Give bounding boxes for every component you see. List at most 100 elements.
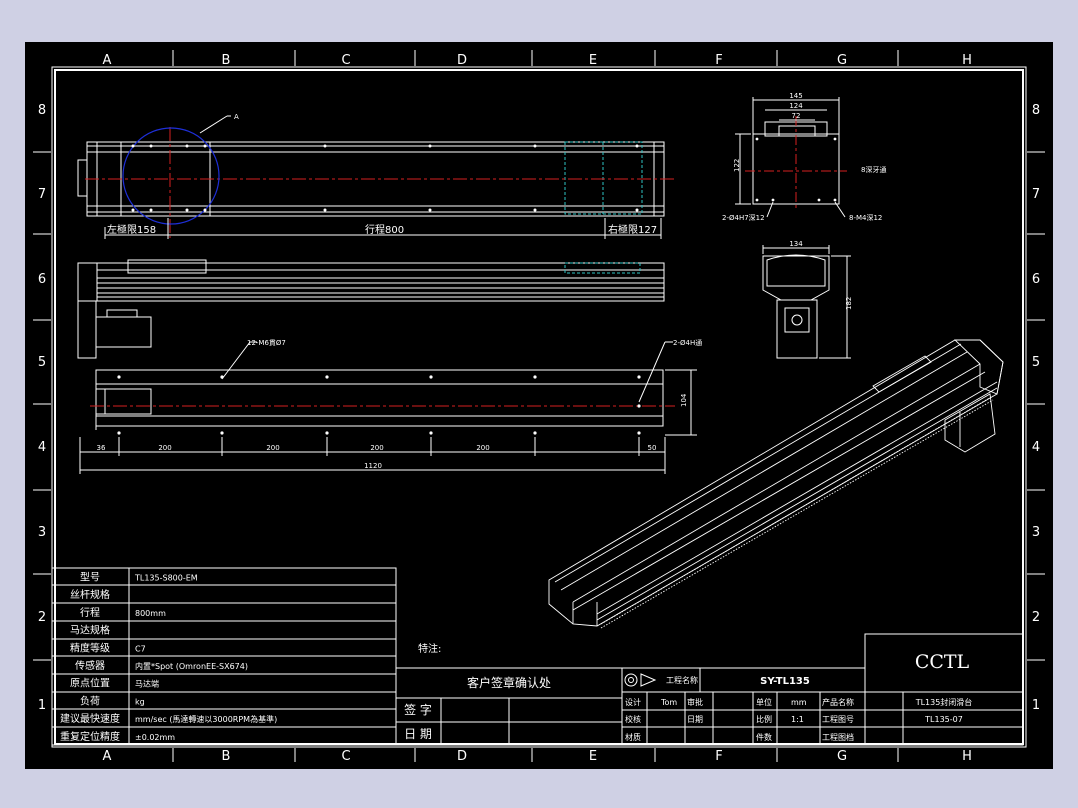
- scale-label: 比例: [756, 714, 772, 724]
- side-view: [77, 259, 665, 359]
- spec-value-7: kg: [135, 697, 145, 706]
- zone-col-d-top: D: [457, 53, 467, 68]
- end-width-145: 145: [789, 92, 802, 100]
- zone-col-b-top: B: [222, 53, 231, 68]
- dowel-hole-note: 2-Ø4H7深12: [722, 213, 765, 222]
- spec-value-5: 内置*Spot (OmronEE-SX674): [135, 661, 248, 671]
- zone-col-c-bottom: C: [341, 749, 350, 764]
- zone-col-b-bottom: B: [222, 749, 231, 764]
- spec-label-0: 型号: [80, 571, 100, 584]
- dim-segment-5: 200: [476, 444, 489, 452]
- zone-col-g-bottom: G: [837, 749, 847, 764]
- zone-col-e-bottom: E: [589, 749, 597, 764]
- zone-col-f-top: F: [715, 53, 722, 68]
- drawing-no-label: 工程图号: [822, 715, 854, 724]
- zone-row-2-left: 2: [38, 610, 46, 625]
- zone-col-a-top: A: [103, 53, 112, 68]
- spec-label-3: 马达规格: [70, 624, 110, 637]
- spec-label-8: 建议最快速度: [60, 712, 120, 725]
- bottom-height-dim: 104: [680, 393, 688, 407]
- zone-col-g-top: G: [837, 53, 847, 68]
- dim-segment-2: 200: [158, 444, 171, 452]
- top-view: A 左極限158 行程800 右極限127: [77, 113, 677, 239]
- zone-row-7-left: 7: [38, 187, 46, 202]
- left-limit-label: 左極限158: [107, 223, 156, 236]
- thread-note: 8深牙通: [861, 165, 886, 174]
- date-label: 日期: [687, 715, 703, 724]
- spec-label-4: 精度等级: [70, 641, 110, 654]
- company-name: CCTL: [915, 651, 970, 673]
- zone-col-f-bottom: F: [715, 749, 722, 764]
- spec-value-6: 马达端: [135, 679, 159, 689]
- dim-segment-6: 50: [648, 444, 657, 452]
- spec-value-8: mm/sec (馬達轉速以3000RPM為基準): [135, 714, 277, 724]
- drawing-file-label: 工程图档: [822, 732, 854, 742]
- customer-title: 客户签章确认处: [467, 675, 551, 690]
- dim-segment-1: 36: [97, 444, 106, 452]
- mounting-holes-note: 12-M6貫Ø7: [247, 339, 286, 347]
- end-view: 145 124 72 122 8深牙通 2-Ø4H7深12 8-M4深12: [722, 92, 886, 222]
- spec-value-4: C7: [135, 644, 146, 653]
- zone-row-8-right: 8: [1032, 103, 1040, 118]
- approve-label: 审批: [687, 697, 703, 707]
- scale-value: 1:1: [791, 715, 804, 724]
- isometric-view: [548, 339, 1004, 629]
- zone-row-2-right: 2: [1032, 610, 1040, 625]
- customer-sign-label: 签 字: [404, 702, 432, 717]
- zone-row-1-left: 1: [38, 698, 46, 713]
- check-label: 校核: [625, 714, 641, 724]
- overall-length-dim: 1120: [364, 462, 382, 470]
- zone-row-4-right: 4: [1032, 440, 1040, 455]
- zone-row-5-left: 5: [38, 355, 46, 370]
- qty-label: 件数: [756, 732, 772, 742]
- zone-col-h-bottom: H: [962, 749, 972, 764]
- customer-date-label: 日 期: [404, 727, 432, 741]
- material-label: 材质: [625, 732, 641, 742]
- unit-value: mm: [791, 698, 807, 707]
- zone-row-6-left: 6: [38, 272, 46, 287]
- design-value: Tom: [660, 698, 677, 707]
- zone-row-3-left: 3: [38, 525, 46, 540]
- zone-row-6-right: 6: [1032, 272, 1040, 287]
- spec-value-2: 800mm: [135, 609, 166, 618]
- section-view: 134 182: [762, 240, 853, 359]
- zone-row-7-right: 7: [1032, 187, 1040, 202]
- right-limit-label: 右極限127: [608, 223, 657, 236]
- end-width-72: 72: [792, 112, 801, 120]
- spec-label-7: 负荷: [80, 694, 100, 707]
- spec-label-5: 传感器: [75, 659, 105, 672]
- bottom-view: 12-M6貫Ø7 2-Ø4H通 104 36 200 200 200 200 5…: [79, 338, 702, 474]
- dim-segment-3: 200: [266, 444, 279, 452]
- design-label: 设计: [625, 697, 641, 707]
- product-name-label: 产品名称: [822, 697, 854, 707]
- zone-col-c-top: C: [341, 53, 350, 68]
- zone-row-4-left: 4: [38, 440, 46, 455]
- spec-value-0: TL135-S800-EM: [134, 574, 198, 583]
- zone-row-8-left: 8: [38, 103, 46, 118]
- project-label: 工程名称: [666, 675, 698, 685]
- project-value: SY-TL135: [760, 676, 810, 687]
- end-height-dim: 122: [733, 159, 741, 172]
- zone-row-5-right: 5: [1032, 355, 1040, 370]
- zone-row-1-right: 1: [1032, 698, 1040, 713]
- pin-holes-note: 2-Ø4H通: [673, 338, 702, 347]
- spec-label-2: 行程: [80, 606, 100, 619]
- section-width-dim: 134: [789, 240, 803, 248]
- drawing-sheet: A B C D E F G H A B C D E F G H 8 7 6 5 …: [25, 42, 1053, 769]
- detail-callout-label: A: [234, 113, 239, 121]
- zone-col-e-top: E: [589, 53, 597, 68]
- spec-label-9: 重复定位精度: [60, 730, 120, 743]
- stroke-label: 行程800: [365, 223, 404, 236]
- section-height-dim: 182: [845, 297, 853, 310]
- unit-label: 单位: [756, 697, 772, 707]
- drawing-canvas: A B C D E F G H A B C D E F G H 8 7 6 5 …: [33, 50, 1045, 764]
- tapped-hole-note: 8-M4深12: [849, 213, 882, 222]
- dim-segment-4: 200: [370, 444, 383, 452]
- zone-row-3-right: 3: [1032, 525, 1040, 540]
- spec-value-9: ±0.02mm: [135, 733, 175, 742]
- notes-label: 特注:: [418, 642, 441, 655]
- product-name-value: TL135封闭滑台: [915, 697, 973, 707]
- zone-col-d-bottom: D: [457, 749, 467, 764]
- drawing-no-value: TL135-07: [924, 715, 963, 724]
- spec-label-6: 原点位置: [70, 677, 110, 690]
